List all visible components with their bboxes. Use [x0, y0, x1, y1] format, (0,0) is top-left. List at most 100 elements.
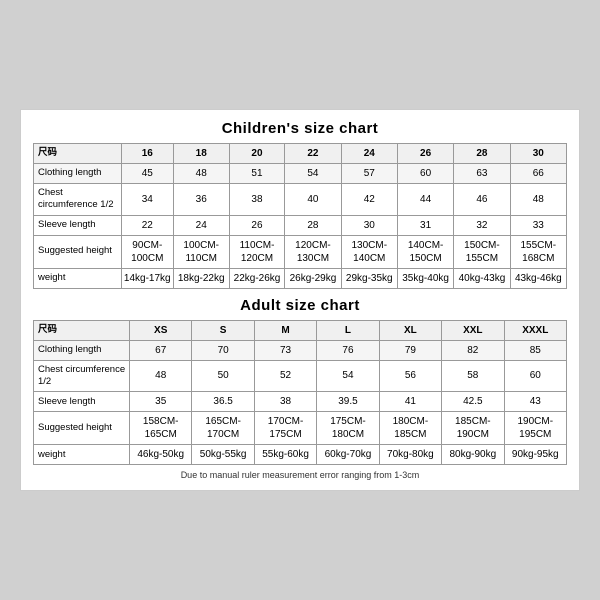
children-table-row: Sleeve length2224262830313233: [34, 215, 567, 235]
children-row-label: Chest circumference 1/2: [34, 183, 122, 215]
adult-col-header-2: S: [192, 320, 254, 340]
children-row-label: Suggested height: [34, 235, 122, 268]
adult-cell: 38: [254, 392, 316, 412]
chart-container: Children's size chart 尺码 16 18 20 22 24 …: [20, 109, 580, 491]
adult-row-label: weight: [34, 445, 130, 465]
children-cell: 26: [229, 215, 285, 235]
children-cell: 42: [341, 183, 397, 215]
adult-cell: 58: [442, 360, 504, 392]
children-cell: 22kg-26kg: [229, 268, 285, 288]
adult-col-header-5: XL: [379, 320, 441, 340]
children-cell: 150CM-155CM: [454, 235, 510, 268]
adult-cell: 170CM-175CM: [254, 412, 316, 445]
adult-cell: 39.5: [317, 392, 379, 412]
adult-row-label: Sleeve length: [34, 392, 130, 412]
children-cell: 29kg-35kg: [341, 268, 397, 288]
children-cell: 14kg-17kg: [121, 268, 173, 288]
adult-table-row: Sleeve length3536.53839.54142.543: [34, 392, 567, 412]
adult-cell: 48: [130, 360, 192, 392]
children-cell: 66: [510, 163, 566, 183]
children-row-label: Clothing length: [34, 163, 122, 183]
children-col-header-6: 26: [397, 143, 453, 163]
children-col-header-2: 18: [173, 143, 229, 163]
adult-cell: 82: [442, 340, 504, 360]
adult-cell: 52: [254, 360, 316, 392]
adult-col-header-7: XXXL: [504, 320, 566, 340]
children-cell: 32: [454, 215, 510, 235]
adult-cell: 36.5: [192, 392, 254, 412]
adult-col-header-1: XS: [130, 320, 192, 340]
children-chart-title: Children's size chart: [33, 120, 567, 137]
adult-table-row: Suggested height158CM-165CM165CM-170CM17…: [34, 412, 567, 445]
children-cell: 48: [510, 183, 566, 215]
adult-cell: 190CM-195CM: [504, 412, 566, 445]
children-cell: 45: [121, 163, 173, 183]
adult-cell: 80kg-90kg: [442, 445, 504, 465]
adult-cell: 43: [504, 392, 566, 412]
children-cell: 60: [397, 163, 453, 183]
adult-cell: 60kg-70kg: [317, 445, 379, 465]
adult-col-header-0: 尺码: [34, 320, 130, 340]
children-cell: 28: [285, 215, 341, 235]
children-cell: 90CM-100CM: [121, 235, 173, 268]
adult-table-row: Chest circumference 1/248505254565860: [34, 360, 567, 392]
children-cell: 35kg-40kg: [397, 268, 453, 288]
adult-cell: 70kg-80kg: [379, 445, 441, 465]
children-col-header-7: 28: [454, 143, 510, 163]
children-table-row: Chest circumference 1/23436384042444648: [34, 183, 567, 215]
children-cell: 31: [397, 215, 453, 235]
children-cell: 30: [341, 215, 397, 235]
adult-table-row: weight46kg-50kg50kg-55kg55kg-60kg60kg-70…: [34, 445, 567, 465]
adult-cell: 73: [254, 340, 316, 360]
children-row-label: Sleeve length: [34, 215, 122, 235]
children-cell: 38: [229, 183, 285, 215]
adult-row-label: Clothing length: [34, 340, 130, 360]
children-col-header-8: 30: [510, 143, 566, 163]
children-cell: 100CM-110CM: [173, 235, 229, 268]
children-cell: 48: [173, 163, 229, 183]
children-cell: 33: [510, 215, 566, 235]
children-col-header-4: 22: [285, 143, 341, 163]
adult-cell: 54: [317, 360, 379, 392]
children-col-header-5: 24: [341, 143, 397, 163]
adult-cell: 165CM-170CM: [192, 412, 254, 445]
adult-table-row: Clothing length67707376798285: [34, 340, 567, 360]
children-cell: 26kg-29kg: [285, 268, 341, 288]
children-table-row: Clothing length4548515457606366: [34, 163, 567, 183]
children-table: 尺码 16 18 20 22 24 26 28 30 Clothing leng…: [33, 143, 567, 289]
children-row-label: weight: [34, 268, 122, 288]
children-cell: 22: [121, 215, 173, 235]
adult-cell: 70: [192, 340, 254, 360]
children-table-row: weight14kg-17kg18kg-22kg22kg-26kg26kg-29…: [34, 268, 567, 288]
footnote: Due to manual ruler measurement error ra…: [33, 470, 567, 480]
adult-cell: 90kg-95kg: [504, 445, 566, 465]
adult-table: 尺码 XS S M L XL XXL XXXL Clothing length6…: [33, 320, 567, 466]
children-cell: 120CM-130CM: [285, 235, 341, 268]
adult-col-header-3: M: [254, 320, 316, 340]
children-cell: 43kg-46kg: [510, 268, 566, 288]
adult-row-label: Suggested height: [34, 412, 130, 445]
adult-cell: 50kg-55kg: [192, 445, 254, 465]
adult-cell: 46kg-50kg: [130, 445, 192, 465]
adult-cell: 35: [130, 392, 192, 412]
children-cell: 155CM-168CM: [510, 235, 566, 268]
children-col-header-1: 16: [121, 143, 173, 163]
adult-cell: 41: [379, 392, 441, 412]
children-cell: 54: [285, 163, 341, 183]
children-cell: 24: [173, 215, 229, 235]
adult-chart-title: Adult size chart: [33, 297, 567, 314]
children-cell: 57: [341, 163, 397, 183]
children-cell: 110CM-120CM: [229, 235, 285, 268]
adult-cell: 85: [504, 340, 566, 360]
adult-cell: 55kg-60kg: [254, 445, 316, 465]
adult-row-label: Chest circumference 1/2: [34, 360, 130, 392]
adult-cell: 60: [504, 360, 566, 392]
children-cell: 40: [285, 183, 341, 215]
adult-cell: 175CM-180CM: [317, 412, 379, 445]
adult-cell: 76: [317, 340, 379, 360]
adult-cell: 185CM-190CM: [442, 412, 504, 445]
children-table-row: Suggested height90CM-100CM100CM-110CM110…: [34, 235, 567, 268]
adult-col-header-4: L: [317, 320, 379, 340]
adult-cell: 79: [379, 340, 441, 360]
children-cell: 140CM-150CM: [397, 235, 453, 268]
